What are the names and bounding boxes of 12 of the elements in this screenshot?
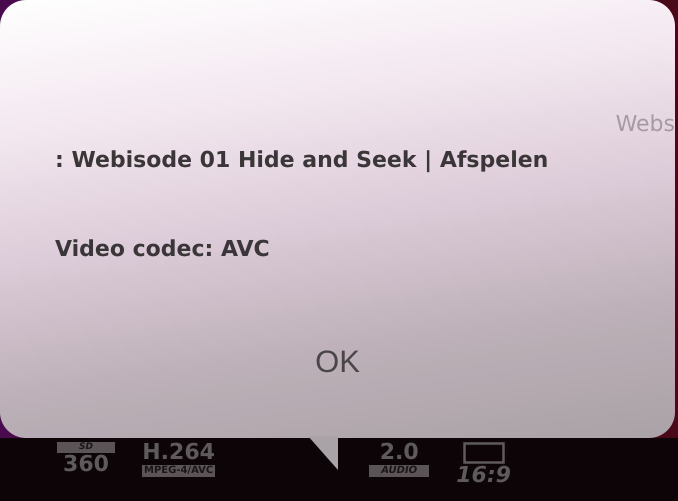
- format-badge: SD: [57, 442, 115, 453]
- screen-icon: [462, 442, 505, 464]
- resolution-label: 360: [63, 454, 109, 476]
- format-badge: AUDIO: [369, 465, 430, 477]
- aspect-ratio-label: 16:9: [456, 465, 511, 487]
- ok-button[interactable]: OK: [309, 342, 366, 382]
- background-text: Webs: [616, 112, 675, 137]
- codec-info: Video codec: AVC: [55, 237, 270, 262]
- format-badge: MPEG-4/AVC: [142, 465, 216, 477]
- video-title: : Webisode 01 Hide and Seek | Afspelen: [55, 148, 548, 173]
- format-label: H.264: [142, 442, 215, 464]
- format-label: 2.0: [380, 442, 419, 464]
